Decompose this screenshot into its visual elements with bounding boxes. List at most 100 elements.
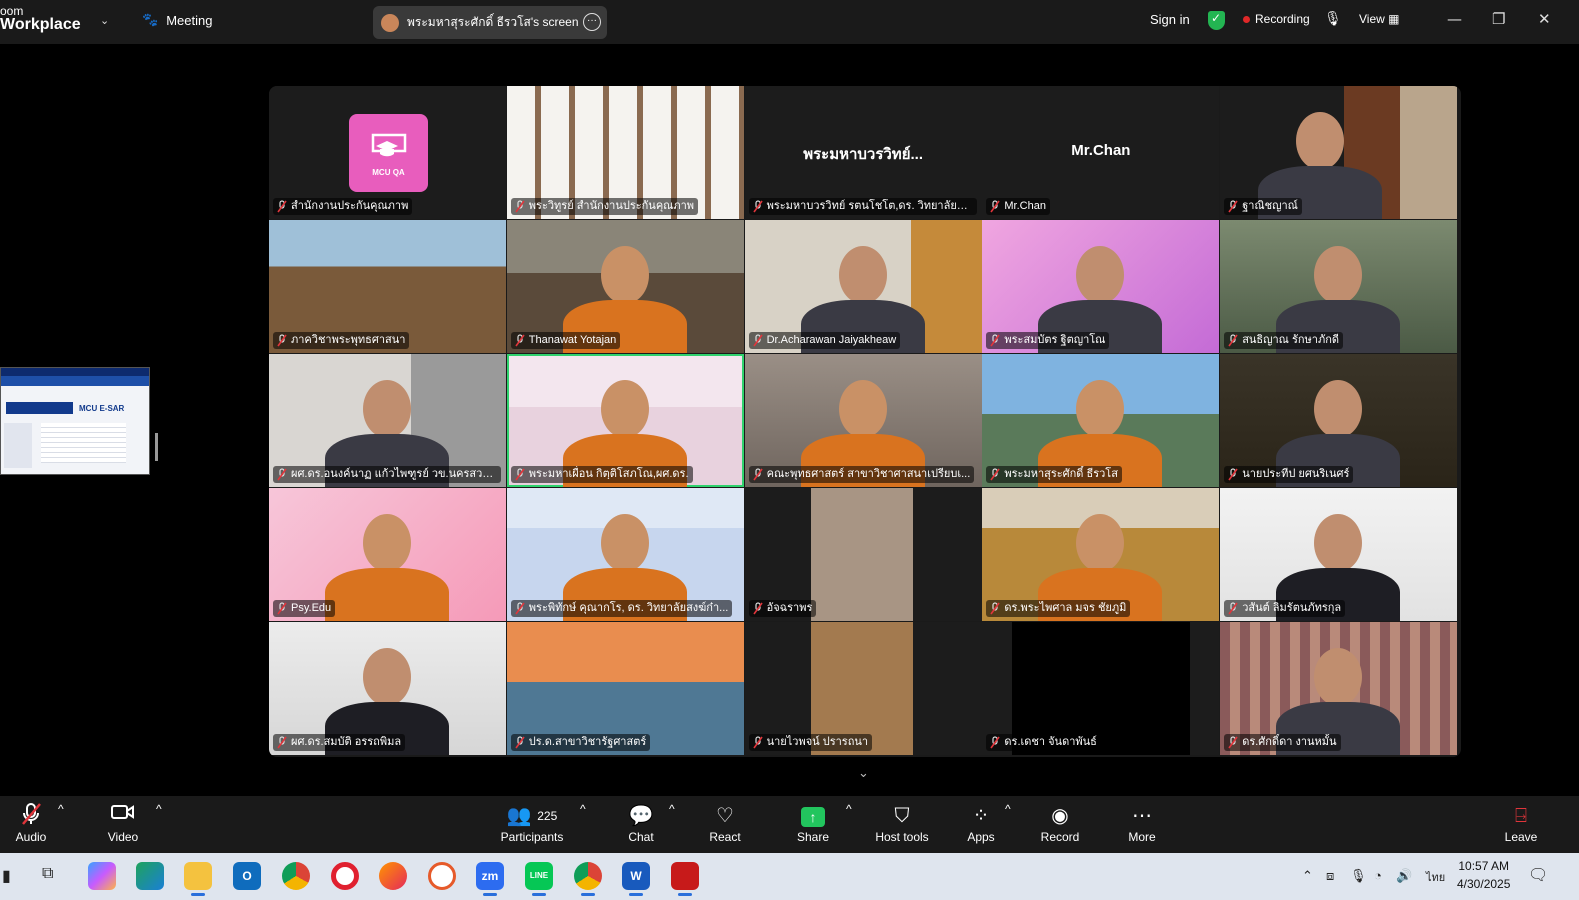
clock[interactable]: 10:57 AM 4/30/2025 [1457, 857, 1510, 893]
participant-name-label: ดร.ศักดิ์ดา งานหมั้น [1224, 734, 1341, 751]
chat-button[interactable]: 💬 Chat [624, 802, 658, 844]
more-options-icon[interactable]: ··· [583, 13, 601, 31]
mic-muted-icon [12, 802, 50, 830]
participant-tile[interactable]: ดร.ศักดิ์ดา งานหมั้น [1220, 622, 1458, 755]
task-view-icon[interactable]: ⧉ [42, 865, 53, 883]
video-button[interactable]: Video [104, 802, 142, 844]
video-options-icon[interactable]: ^ [156, 802, 162, 816]
shared-screen-thumbnail[interactable]: MCU E-SAR [0, 367, 150, 475]
participant-tile[interactable]: นายประทีป ยศนริเนศร์ [1220, 354, 1458, 487]
outlook-icon[interactable]: O [233, 862, 261, 890]
mic-indicator-icon[interactable]: 🎙 [1324, 11, 1342, 27]
chrome-profile-icon[interactable] [574, 862, 602, 896]
participant-face [600, 380, 649, 438]
zoom-icon[interactable]: zm [476, 862, 504, 896]
wifi-icon[interactable]: ◔ [1374, 868, 1382, 883]
acrobat-icon[interactable] [671, 862, 699, 896]
view-button[interactable]: View ▦ [1359, 12, 1399, 26]
participant-tile[interactable]: พระมหาสุระศักดิ์ ธีรวโส [982, 354, 1220, 487]
record-dot-icon [1243, 15, 1250, 23]
sign-in-button[interactable]: Sign in [1150, 12, 1190, 27]
minimize-icon[interactable]: — [1447, 10, 1462, 28]
more-button[interactable]: ⋯ More [1125, 802, 1159, 844]
react-button[interactable]: ♡ React [706, 802, 744, 844]
participant-face [1076, 246, 1125, 304]
leave-button[interactable]: ⍈ Leave [1503, 802, 1539, 844]
participant-display-name: Mr.Chan [1071, 142, 1131, 159]
participant-tile[interactable]: Dr.Acharawan Jaiyakheaw [744, 220, 982, 353]
host-tools-button[interactable]: ⛉ Host tools [872, 802, 932, 844]
participant-name-label: สำนักงานประกันคุณภาพ [273, 198, 413, 215]
chrome-icon[interactable] [282, 862, 310, 890]
participant-tile[interactable]: Psy.Edu [269, 488, 506, 621]
participant-tile[interactable]: ผศ.ดร.สมบัติ อรรถพิมล [269, 622, 506, 755]
record-icon: ◉ [1051, 805, 1069, 827]
participant-tile[interactable]: Mr.Chan Mr.Chan [982, 86, 1220, 219]
audio-options-icon[interactable]: ^ [58, 802, 64, 816]
language-indicator[interactable]: ไทย [1426, 868, 1445, 886]
close-icon[interactable]: ✕ [1538, 10, 1551, 28]
apps-options-icon[interactable]: ^ [1005, 802, 1011, 816]
chevron-down-icon[interactable]: ⌄ [100, 14, 109, 27]
meet-now-icon[interactable]: ⧈ [1326, 868, 1334, 884]
copilot-icon[interactable] [88, 862, 116, 890]
app-icon[interactable] [428, 862, 456, 890]
participant-tile[interactable]: ภาควิชาพระพุทธศาสนา [269, 220, 506, 353]
security-shield-icon[interactable] [1208, 11, 1225, 30]
participant-tile[interactable]: อัจฉราพร [744, 488, 982, 621]
share-button[interactable]: ↑ Share [795, 802, 831, 844]
opera-icon[interactable] [331, 862, 359, 890]
notification-icon[interactable]: 🗨 [1528, 865, 1548, 885]
word-icon[interactable]: W [622, 862, 650, 896]
participant-tile[interactable]: คณะพุทธศาสตร์ สาขาวิชาศาสนาเปรียบเ... [744, 354, 982, 487]
volume-icon[interactable]: 🔊 [1396, 868, 1412, 884]
edge-icon[interactable] [136, 862, 164, 890]
participant-tile[interactable]: พระมหาบวรวิทย์... พระมหาบวรวิทย์ รตนโชโต,… [744, 86, 982, 219]
participant-face [1296, 112, 1345, 170]
participant-tile[interactable]: พระวิทูรย์ สำนักงานประกันคุณภาพ [506, 86, 744, 219]
participant-tile[interactable]: นายไวพจน์ ปรารถนา [744, 622, 982, 755]
share-options-icon[interactable]: ^ [846, 802, 852, 816]
avatar [381, 13, 399, 32]
audio-button[interactable]: Audio [12, 802, 50, 844]
participant-tile[interactable]: ฐาณิชญาณ์ [1220, 86, 1458, 219]
participant-tile[interactable]: ดร.เดชา จันดาพันธ์ [982, 622, 1220, 755]
chevron-down-icon[interactable]: ⌄ [858, 766, 869, 781]
participant-tile[interactable]: ผศ.ดร.อนงค์นาฏ แก้วไพฑูรย์ วข.นครสวร... [269, 354, 506, 487]
file-explorer-icon[interactable] [184, 862, 212, 896]
microphone-icon[interactable]: 🎙 [1350, 868, 1367, 884]
participants-options-icon[interactable]: ^ [580, 802, 586, 816]
resize-handle[interactable] [155, 433, 158, 461]
participant-tile[interactable]: MCU QA สำนักงานประกันคุณภาพ [269, 86, 506, 219]
screen-share-pill[interactable]: พระมหาสุระศักดิ์ ธีรวโส's screen ··· [373, 6, 607, 39]
line-icon[interactable]: LINE [525, 862, 553, 896]
participant-tile[interactable]: วสันต์ ลิมรัตนภัทรกุล [1220, 488, 1458, 621]
participant-tile[interactable]: พระมหาเผื่อน กิตฺติโสภโณ,ผศ.ดร. [506, 354, 744, 487]
start-icon[interactable]: ▮ [2, 866, 11, 886]
participant-tile[interactable]: Thanawat Yotajan [506, 220, 744, 353]
participant-tile[interactable]: ปร.ด.สาขาวิชารัฐศาสตร์ [506, 622, 744, 755]
participant-tile[interactable]: สนธิญาณ รักษาภักดี [1220, 220, 1458, 353]
participant-name-label: คณะพุทธศาสตร์ สาขาวิชาศาสนาเปรียบเ... [748, 466, 975, 483]
participant-tile[interactable]: ดร.พระไพศาล มจร ชัยภูมิ [982, 488, 1220, 621]
participant-name-label: ผศ.ดร.อนงค์นาฏ แก้วไพฑูรย์ วข.นครสวร... [273, 466, 501, 483]
participant-tile[interactable]: พระสมบัตร ฐิตญาโณ [982, 220, 1220, 353]
mic-muted-icon [515, 334, 525, 347]
participant-face [363, 514, 411, 572]
participant-face [838, 246, 887, 304]
participant-name-label: พระพิทักษ์ คุณากโร, ดร. วิทยาลัยสงฆ์ก๋า.… [510, 600, 733, 617]
participant-face [363, 380, 411, 438]
participant-tile[interactable]: พระพิทักษ์ คุณากโร, ดร. วิทยาลัยสงฆ์ก๋า.… [506, 488, 744, 621]
grid-icon: ▦ [1388, 12, 1400, 26]
participant-face [1314, 648, 1363, 706]
meeting-menu[interactable]: 🐾 Meeting [142, 12, 212, 28]
apps-button[interactable]: ⁘ Apps [965, 802, 997, 844]
firefox-icon[interactable] [379, 862, 407, 890]
restore-icon[interactable]: ❐ [1492, 10, 1505, 28]
chat-options-icon[interactable]: ^ [669, 802, 675, 816]
record-button[interactable]: ◉ Record [1039, 802, 1081, 844]
more-dots-icon: ⋯ [1132, 805, 1152, 827]
recording-indicator[interactable]: Recording [1243, 12, 1310, 26]
participants-button[interactable]: 👥 225 Participants [500, 802, 564, 844]
chevron-up-icon[interactable]: ⌃ [1302, 868, 1313, 884]
